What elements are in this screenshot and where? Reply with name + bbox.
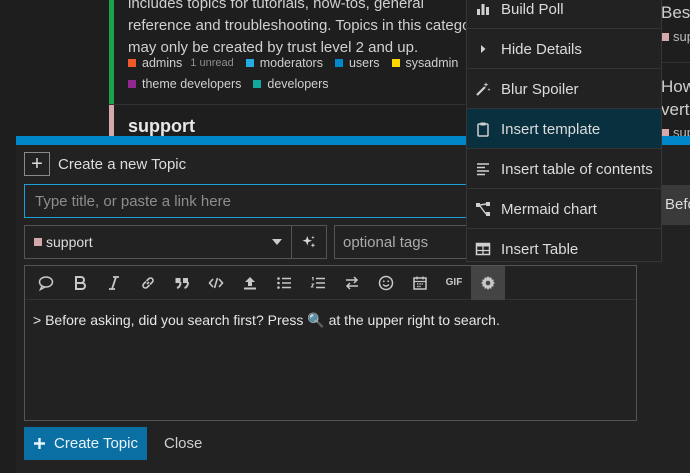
subcategory-moderators[interactable]: moderators bbox=[245, 56, 323, 70]
toolbar-options-menu: Build Poll Hide Details Blur Spoiler Ins… bbox=[466, 0, 662, 262]
menu-item-mermaid-chart[interactable]: Mermaid chart bbox=[467, 189, 661, 229]
subcategory-theme-developers[interactable]: theme developers bbox=[128, 77, 241, 91]
caret-right-icon bbox=[481, 45, 486, 53]
category-color-swatch bbox=[253, 80, 262, 88]
gear-icon[interactable] bbox=[471, 265, 505, 300]
subcategory-admins[interactable]: admins 1 unread bbox=[128, 56, 234, 70]
unread-count: 1 unread bbox=[190, 57, 234, 69]
chevron-down-icon bbox=[272, 239, 282, 245]
composer-action[interactable]: + Create a new Topic bbox=[24, 152, 186, 176]
category-color-swatch bbox=[34, 238, 42, 246]
menu-item-insert-toc[interactable]: Insert table of contents bbox=[467, 149, 661, 189]
category-color-swatch bbox=[245, 59, 254, 67]
create-topic-button[interactable]: Create Topic bbox=[24, 427, 147, 460]
rtl-icon[interactable] bbox=[335, 266, 369, 300]
menu-item-hide-details[interactable]: Hide Details bbox=[467, 29, 661, 69]
create-topic-label: Create Topic bbox=[54, 435, 138, 452]
topic-category-fragment: sup bbox=[661, 29, 690, 44]
subcategory-developers[interactable]: developers bbox=[253, 77, 329, 91]
sparkle-icon bbox=[302, 235, 316, 248]
menu-item-build-poll[interactable]: Build Poll bbox=[467, 0, 661, 29]
ai-suggest-button[interactable] bbox=[292, 225, 327, 259]
category-row-support: support bbox=[109, 105, 465, 137]
bold-icon[interactable] bbox=[63, 266, 97, 300]
subcategory-sysadmin[interactable]: sysadmin bbox=[391, 56, 458, 70]
category-color-swatch bbox=[661, 32, 669, 41]
topic-title-fragment[interactable]: Bes bbox=[661, 3, 690, 23]
tags-input[interactable]: optional tags bbox=[334, 225, 479, 259]
category-title-support[interactable]: support bbox=[128, 116, 195, 137]
diagram-icon bbox=[476, 202, 490, 216]
calendar-icon[interactable] bbox=[403, 266, 437, 300]
menu-item-insert-table[interactable]: Insert Table bbox=[467, 229, 661, 269]
speech-bubble-icon[interactable] bbox=[29, 266, 63, 300]
category-selector-value: support bbox=[46, 234, 93, 250]
upload-icon[interactable] bbox=[233, 266, 267, 300]
subcategory-list: theme developers developers bbox=[128, 77, 329, 91]
category-color-swatch bbox=[128, 59, 136, 67]
bullet-list-icon[interactable] bbox=[267, 266, 301, 300]
category-color-swatch bbox=[391, 59, 400, 67]
plus-icon bbox=[34, 438, 46, 449]
category-color-swatch bbox=[334, 59, 343, 67]
category-description: includes topics for tutorials, how-tos, … bbox=[128, 0, 483, 56]
editor-textarea[interactable]: > Before asking, did you search first? P… bbox=[25, 300, 636, 340]
close-button[interactable]: Close bbox=[164, 435, 202, 452]
link-icon[interactable] bbox=[131, 266, 165, 300]
menu-item-insert-template[interactable]: Insert template bbox=[467, 109, 661, 149]
row-divider bbox=[661, 62, 690, 63]
category-row: includes topics for tutorials, how-tos, … bbox=[109, 0, 483, 104]
bar-chart-icon bbox=[477, 4, 489, 15]
table-icon bbox=[475, 242, 491, 256]
code-icon[interactable] bbox=[199, 266, 233, 300]
topic-title-input[interactable] bbox=[24, 184, 479, 218]
topic-title-fragment[interactable]: verti bbox=[661, 100, 690, 120]
menu-item-blur-spoiler[interactable]: Blur Spoiler bbox=[467, 69, 661, 109]
topic-title-fragment[interactable]: How bbox=[661, 77, 690, 97]
clipboard-icon bbox=[477, 122, 489, 137]
topic-fragment-button[interactable]: Befo bbox=[661, 185, 690, 225]
quote-icon[interactable] bbox=[165, 266, 199, 300]
editor-toolbar: GIF bbox=[25, 265, 636, 300]
category-color-swatch bbox=[128, 80, 136, 88]
italic-icon[interactable] bbox=[97, 266, 131, 300]
gif-icon[interactable]: GIF bbox=[437, 266, 471, 300]
composer-action-label: Create a new Topic bbox=[58, 155, 187, 173]
plus-icon[interactable]: + bbox=[24, 152, 50, 176]
subcategory-list: admins 1 unread moderators users sysadmi… bbox=[128, 56, 458, 70]
editor[interactable]: GIF > Before asking, did you search firs… bbox=[24, 265, 637, 421]
category-selector[interactable]: support bbox=[24, 225, 292, 259]
align-left-icon bbox=[477, 163, 489, 176]
emoji-icon[interactable] bbox=[369, 266, 403, 300]
numbered-list-icon[interactable] bbox=[301, 266, 335, 300]
subcategory-users[interactable]: users bbox=[334, 56, 380, 70]
magic-icon bbox=[476, 82, 491, 96]
